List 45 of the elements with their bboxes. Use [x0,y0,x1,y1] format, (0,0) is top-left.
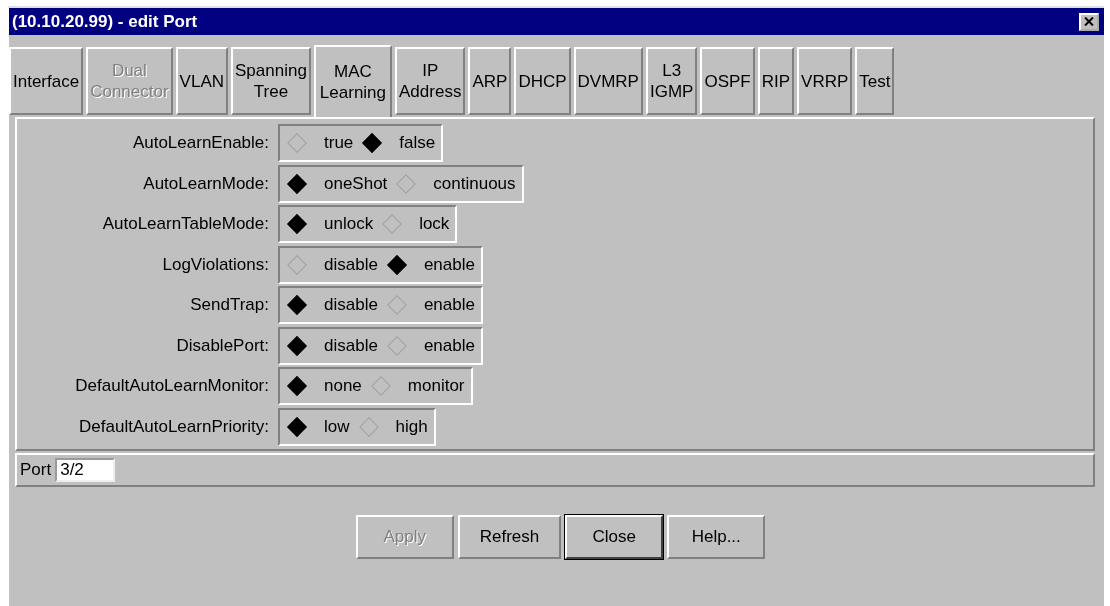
radio-option[interactable]: enable [389,335,475,356]
radio-option[interactable]: disable [290,335,378,356]
tab[interactable]: L3 IGMP [645,47,698,115]
dialog-button[interactable]: Help... [667,515,766,559]
field-label: SendTrap: [189,295,270,316]
radio-option[interactable]: continuous [399,173,516,194]
radio-option[interactable]: oneShot [290,173,388,194]
radio-option[interactable]: disable [290,295,378,316]
port-field[interactable]: 3/2 [55,458,116,482]
close-icon [1084,17,1094,26]
radio-option[interactable]: enable [389,254,475,275]
radio-option[interactable]: low [290,416,350,437]
radio-option[interactable]: false [365,133,436,154]
field-label: AutoLearnTableMode: [101,214,270,235]
field-label: DefaultAutoLearnPriority: [78,416,270,437]
tab[interactable]: Spanning Tree [231,47,311,115]
tab[interactable]: IP Address [395,47,466,115]
dialog-button[interactable]: Refresh [457,515,562,559]
dialog-button[interactable]: Close [565,515,664,559]
field-label: LogViolations: [161,254,270,275]
field-label: AutoLearnEnable: [131,133,270,154]
tab[interactable]: DVMRP [573,47,643,115]
radio-option[interactable]: high [361,416,428,437]
radio-option[interactable]: lock [385,214,450,235]
tab[interactable]: ARP [468,47,512,115]
radio-option[interactable]: enable [389,295,475,316]
tab[interactable]: OSPF [700,47,755,115]
field-label: AutoLearnMode: [142,173,270,194]
close-button[interactable] [1079,12,1099,31]
tab[interactable]: VLAN [175,47,228,115]
tab[interactable]: RIP [757,47,795,115]
tab[interactable]: DHCP [514,47,571,115]
radio-option[interactable]: none [290,376,362,397]
tab[interactable]: MAC Learning [313,45,393,117]
radio-option[interactable]: unlock [290,214,374,235]
port-label: Port [20,460,52,480]
window-title: (10.10.20.99) - edit Port [12,11,198,32]
field-label: DefaultAutoLearnMonitor: [74,376,270,397]
tab[interactable]: Interface [9,47,84,115]
tab[interactable]: VRRP [797,47,853,115]
radio-option[interactable]: true [290,133,354,154]
radio-option[interactable]: monitor [373,376,465,397]
tab[interactable]: Test [855,47,895,115]
field-label: DisablePort: [175,335,270,356]
radio-option[interactable]: disable [290,254,378,275]
